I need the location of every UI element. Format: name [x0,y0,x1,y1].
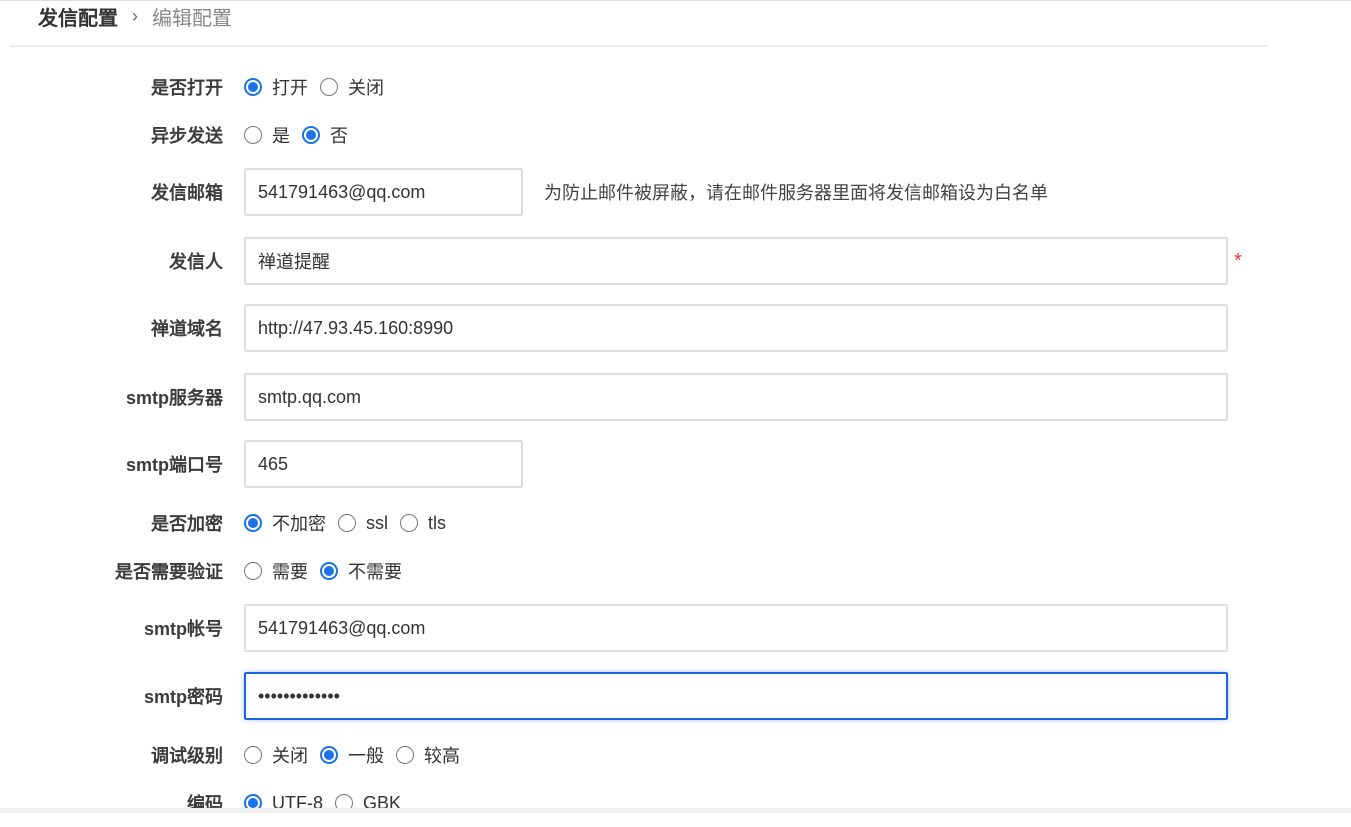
form-row-host: smtp服务器 smtp.qq.com [0,373,1351,421]
form-row-domain: 禅道域名 http://47.93.45.160:8990 [0,304,1351,352]
secure-option-2[interactable]: tls [400,513,446,534]
radio-icon[interactable] [244,514,262,532]
turnon-control: 打开 关闭 [244,74,396,100]
debug-option-0[interactable]: 关闭 [244,742,308,768]
port-label: smtp端口号 [125,455,223,475]
divider [10,45,1268,47]
radio-icon[interactable] [320,746,338,764]
secure-option-label: 不加密 [272,514,326,534]
debug-option-label: 较高 [424,746,460,766]
async-label: 异步发送 [151,126,223,146]
radio-icon[interactable] [244,78,262,96]
async-option-0[interactable]: 是 [244,122,290,148]
radio-icon[interactable] [302,126,320,144]
port-input[interactable]: 465 [244,440,523,488]
form-row-turnon: 是否打开 打开 关闭 [0,63,1351,111]
async-control: 是否 [244,122,360,148]
username-control: 541791463@qq.com [244,604,1228,652]
form-row-port: smtp端口号 465 [0,440,1351,488]
fromName-control: 禅道提醒 * [244,237,1242,285]
auth-option-label: 需要 [272,562,308,582]
radio-icon[interactable] [320,78,338,96]
username-input[interactable]: 541791463@qq.com [244,604,1228,652]
debug-option-2[interactable]: 较高 [396,742,460,768]
breadcrumb-current: 编辑配置 [152,8,232,30]
turnon-label: 是否打开 [151,78,223,98]
breadcrumb-parent[interactable]: 发信配置 [38,2,118,31]
port-control: 465 [244,440,523,488]
domain-control: http://47.93.45.160:8990 [244,304,1228,352]
password-control: ••••••••••••• [244,672,1228,720]
host-label: smtp服务器 [125,388,223,408]
chevron-right-icon: › [132,6,138,26]
username-label: smtp帐号 [143,619,223,639]
form-row-async: 异步发送是否 [0,111,1351,159]
form-row-fromName: 发信人 禅道提醒 * [0,237,1351,285]
radio-icon[interactable] [244,746,262,764]
auth-option-label: 不需要 [348,562,402,582]
turnon-option-1[interactable]: 关闭 [320,74,384,100]
secure-option-1[interactable]: ssl [338,513,388,534]
radio-icon[interactable] [396,746,414,764]
turnon-option-label: 打开 [272,78,308,98]
password-input[interactable]: ••••••••••••• [244,672,1228,720]
fromName-input[interactable]: 禅道提醒 [244,237,1228,285]
form-row-auth: 是否需要验证 需要 不需要 [0,547,1351,595]
fromAddress-label: 发信邮箱 [151,183,223,203]
domain-input[interactable]: http://47.93.45.160:8990 [244,304,1228,352]
auth-label: 是否需要验证 [115,562,223,582]
debug-label: 调试级别 [151,746,223,766]
form-row-debug: 调试级别 关闭 一般 较高 [0,731,1351,779]
radio-icon[interactable] [244,126,262,144]
async-option-1[interactable]: 否 [302,122,348,148]
form-row-secure: 是否加密 不加密 ssl tls [0,499,1351,547]
breadcrumb: 发信配置 › 编辑配置 [38,2,232,31]
async-option-label: 否 [330,126,348,146]
fromAddress-input[interactable]: 541791463@qq.com [244,168,523,216]
fromAddress-hint: 为防止邮件被屏蔽，请在邮件服务器里面将发信邮箱设为白名单 [544,183,1048,203]
form-row-charset: 编码 UTF-8 GBK [0,779,1351,827]
auth-control: 需要 不需要 [244,558,414,584]
auth-option-1[interactable]: 不需要 [320,558,402,584]
form-row-fromAddress: 发信邮箱 541791463@qq.com 为防止邮件被屏蔽，请在邮件服务器里面将发… [0,168,1351,216]
secure-label: 是否加密 [151,514,223,534]
turnon-option-0[interactable]: 打开 [244,74,308,100]
host-control: smtp.qq.com [244,373,1228,421]
secure-option-0[interactable]: 不加密 [244,510,326,536]
domain-label: 禅道域名 [151,319,223,339]
secure-control: 不加密 ssl tls [244,510,458,536]
fromName-label: 发信人 [169,252,223,272]
radio-icon[interactable] [320,562,338,580]
async-option-label: 是 [272,126,290,146]
form-row-password: smtp密码 ••••••••••••• [0,672,1351,720]
debug-option-label: 一般 [348,746,384,766]
radio-icon[interactable] [244,562,262,580]
required-marker: * [1234,249,1242,272]
top-border [0,0,1351,1]
turnon-option-label: 关闭 [348,78,384,98]
debug-option-label: 关闭 [272,746,308,766]
radio-icon[interactable] [400,514,418,532]
auth-option-0[interactable]: 需要 [244,558,308,584]
secure-option-label: tls [428,512,446,533]
password-label: smtp密码 [143,687,223,707]
secure-option-label: ssl [366,512,388,533]
debug-option-1[interactable]: 一般 [320,742,384,768]
fromAddress-control: 541791463@qq.com 为防止邮件被屏蔽，请在邮件服务器里面将发信邮箱设… [244,168,1048,216]
debug-control: 关闭 一般 较高 [244,742,472,768]
form-row-username: smtp帐号 541791463@qq.com [0,604,1351,652]
host-input[interactable]: smtp.qq.com [244,373,1228,421]
bottom-bar [0,808,1351,813]
radio-icon[interactable] [338,514,356,532]
